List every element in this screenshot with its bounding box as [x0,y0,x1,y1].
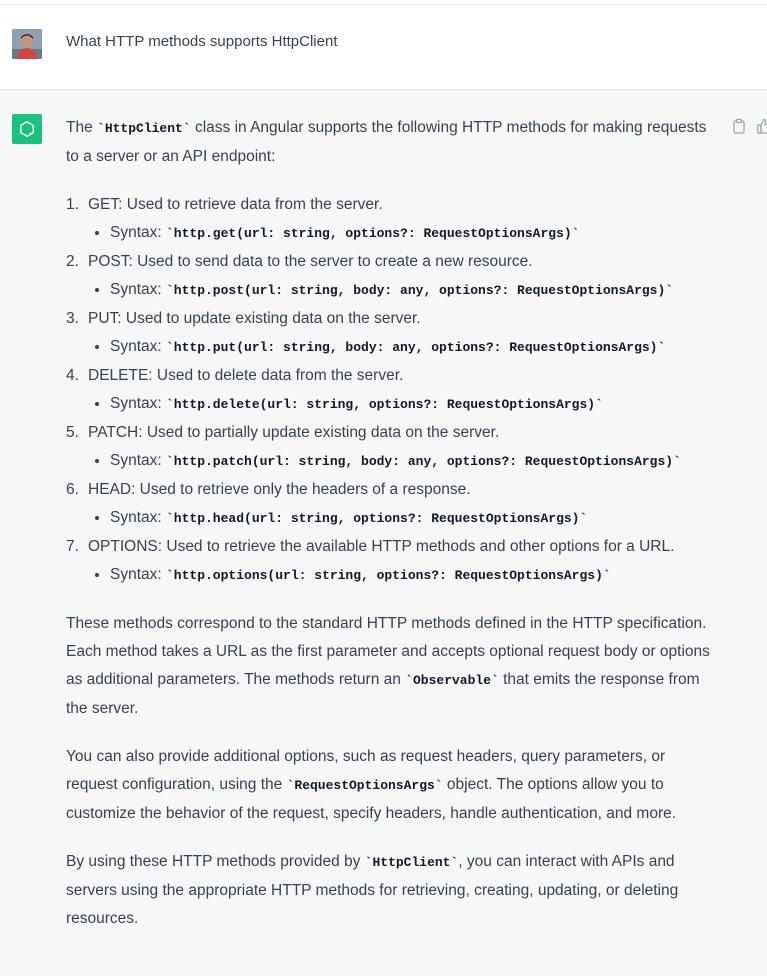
syntax-list: Syntax: `http.patch(url: string, body: a… [88,447,716,476]
syntax-code: `http.post(url: string, body: any, optio… [166,283,674,298]
inline-code: `RequestOptionsArgs` [286,778,443,793]
bullet-point [95,288,99,292]
bullet-point [95,345,99,349]
observable-paragraph: These methods correspond to the standard… [66,610,716,723]
method-description: PATCH: Used to partially update existing… [88,424,500,441]
thumbs-up-icon[interactable] [757,118,767,134]
method-description: PUT: Used to update existing data on the… [88,310,421,327]
method-item-head: 6. HEAD: Used to retrieve only the heade… [66,476,716,533]
inline-code: `HttpClient` [97,121,191,136]
syntax-list: Syntax: `http.delete(url: string, option… [88,390,716,419]
assistant-response: The `HttpClient` class in Angular suppor… [66,114,716,933]
inline-code: `HttpClient` [364,855,459,870]
bullet-point [95,231,99,235]
syntax-list: Syntax: `http.post(url: string, body: an… [88,276,716,305]
intro-paragraph: The `HttpClient` class in Angular suppor… [66,114,716,171]
user-question: What HTTP methods supports HttpClient [66,33,338,50]
method-description: OPTIONS: Used to retrieve the available … [88,538,675,555]
syntax-label: Syntax: [110,452,166,469]
bullet-point [95,516,99,520]
syntax-item: Syntax: `http.post(url: string, body: an… [88,276,716,305]
inline-code: `Observable` [405,673,499,688]
syntax-code: `http.put(url: string, body: any, option… [166,340,666,355]
syntax-list: Syntax: `http.get(url: string, options?:… [88,219,716,248]
method-item-options: 7. OPTIONS: Used to retrieve the availab… [66,533,716,590]
syntax-item: Syntax: `http.put(url: string, body: any… [88,333,716,362]
method-item-get: 1. GET: Used to retrieve data from the s… [66,191,716,248]
syntax-label: Syntax: [110,224,166,241]
syntax-item: Syntax: `http.options(url: string, optio… [88,561,716,590]
syntax-label: Syntax: [110,566,166,583]
bullet-point [95,459,99,463]
syntax-code: `http.delete(url: string, options?: Requ… [166,397,603,412]
syntax-code: `http.patch(url: string, body: any, opti… [166,454,681,469]
intro-text: The [66,119,98,136]
user-message: What HTTP methods supports HttpClient [0,5,767,90]
list-number: 1. [66,196,79,213]
openai-logo-icon [12,114,42,144]
list-number: 3. [66,310,79,327]
method-item-put: 3. PUT: Used to update existing data on … [66,305,716,362]
syntax-item: Syntax: `http.patch(url: string, body: a… [88,447,716,476]
assistant-message: The `HttpClient` class in Angular suppor… [0,90,767,976]
options-paragraph: You can also provide additional options,… [66,743,716,828]
method-description: DELETE: Used to delete data from the ser… [88,367,404,384]
syntax-label: Syntax: [110,338,166,355]
list-number: 2. [66,253,79,270]
list-number: 7. [66,538,79,555]
method-item-patch: 5. PATCH: Used to partially update exist… [66,419,716,476]
syntax-item: Syntax: `http.get(url: string, options?:… [88,219,716,248]
paragraph-text: By using these HTTP methods provided by [66,853,365,870]
list-number: 6. [66,481,79,498]
syntax-label: Syntax: [110,395,166,412]
conclusion-paragraph: By using these HTTP methods provided by … [66,848,716,933]
syntax-code: `http.get(url: string, options?: Request… [166,226,580,241]
list-number: 5. [66,424,79,441]
syntax-item: Syntax: `http.delete(url: string, option… [88,390,716,419]
method-description: HEAD: Used to retrieve only the headers … [88,481,471,498]
bullet-point [95,573,99,577]
method-item-delete: 4. DELETE: Used to delete data from the … [66,362,716,419]
user-avatar [12,29,42,59]
syntax-code: `http.options(url: string, options?: Req… [166,568,611,583]
syntax-list: Syntax: `http.head(url: string, options?… [88,504,716,533]
method-item-post: 2. POST: Used to send data to the server… [66,248,716,305]
bullet-point [95,402,99,406]
method-description: GET: Used to retrieve data from the serv… [88,196,383,213]
clipboard-icon[interactable] [731,118,747,134]
syntax-code: `http.head(url: string, options?: Reques… [166,511,588,526]
syntax-label: Syntax: [110,509,166,526]
syntax-label: Syntax: [110,281,166,298]
methods-list: 1. GET: Used to retrieve data from the s… [66,191,716,590]
list-number: 4. [66,367,79,384]
syntax-list: Syntax: `http.options(url: string, optio… [88,561,716,590]
syntax-item: Syntax: `http.head(url: string, options?… [88,504,716,533]
method-description: POST: Used to send data to the server to… [88,253,533,270]
syntax-list: Syntax: `http.put(url: string, body: any… [88,333,716,362]
